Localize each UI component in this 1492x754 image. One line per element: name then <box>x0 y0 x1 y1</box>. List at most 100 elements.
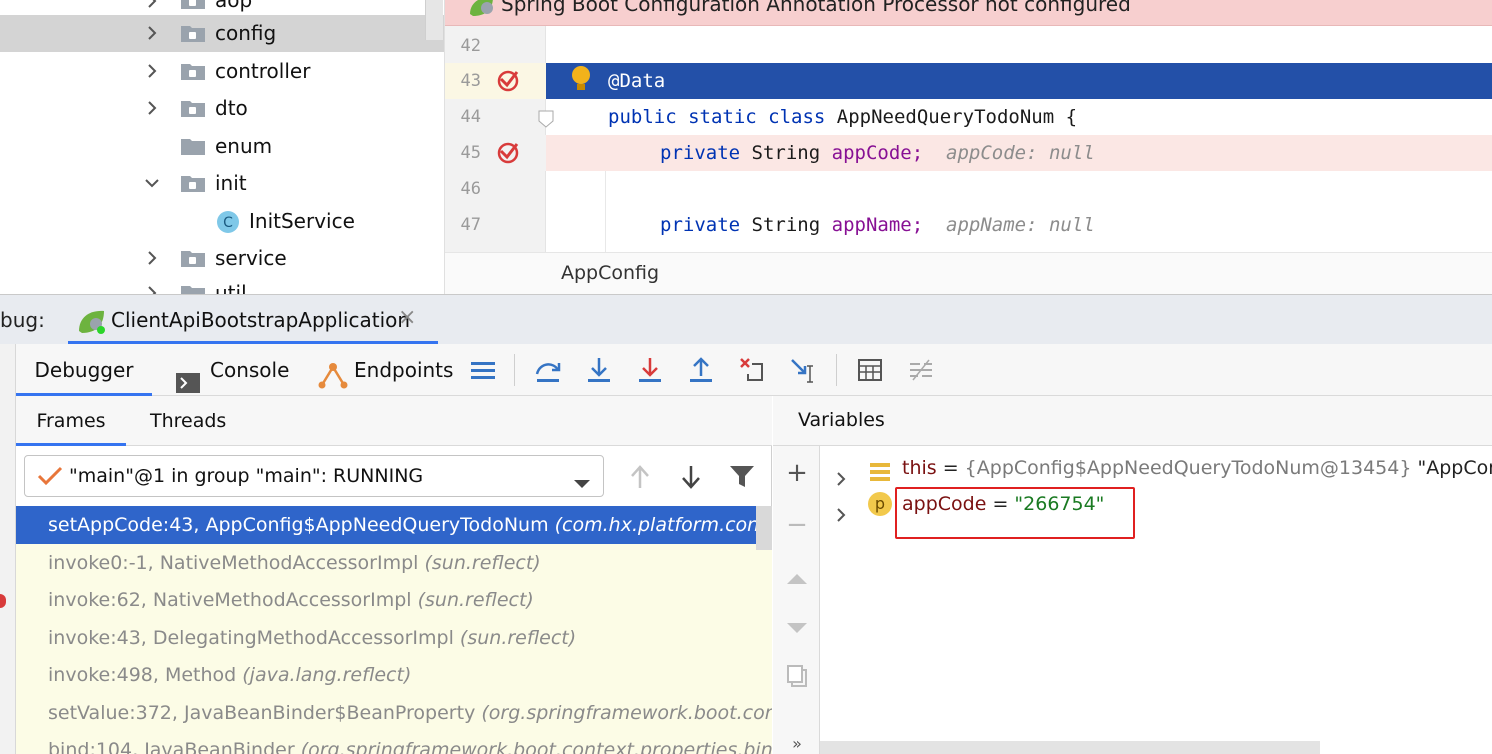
line-number: 46 <box>460 179 481 199</box>
previous-frame-icon[interactable] <box>628 464 652 495</box>
duplicate-watch-icon[interactable] <box>785 664 809 688</box>
tab-label: Frames <box>36 410 106 432</box>
tree-item-initservice[interactable]: C InitService <box>0 203 444 240</box>
tab-debugger[interactable]: Debugger <box>16 344 152 396</box>
code-line-47: 47 private String appName; appName: null <box>445 207 1492 243</box>
trace-stream-icon[interactable] <box>907 356 935 384</box>
breakpoint-icon[interactable] <box>496 141 520 170</box>
tab-console[interactable]: Console <box>176 344 289 396</box>
debug-tool-window-header: bug: ClientApiBootstrapApplication × <box>0 294 1492 345</box>
tree-item-init[interactable]: init <box>0 165 444 202</box>
frame-row[interactable]: setAppCode:43, AppConfig$AppNeedQueryTod… <box>16 506 772 544</box>
chevron-right-icon[interactable] <box>145 101 159 115</box>
code-editor[interactable]: Spring Boot Configuration Annotation Pro… <box>444 0 1492 294</box>
tree-item-dto[interactable]: dto <box>0 90 444 127</box>
code-line-42: 42 <box>445 28 1492 64</box>
breakpoint-icon[interactable] <box>496 69 520 98</box>
project-tree: aop config controller dto enum init C In… <box>0 0 444 294</box>
frame-row[interactable]: invoke0:-1, NativeMethodAccessorImpl (su… <box>16 544 772 582</box>
variable-text: this = {AppConfig$AppNeedQueryTodoNum@13… <box>902 457 1492 479</box>
code-text: private String appName; appName: null <box>660 214 1095 236</box>
tree-item-enum[interactable]: enum <box>0 128 444 165</box>
folder-icon <box>180 23 206 43</box>
chevron-right-icon[interactable] <box>145 251 159 265</box>
chevron-down-icon[interactable] <box>145 176 159 190</box>
chevron-right-icon[interactable] <box>145 26 159 40</box>
line-number: 43 <box>460 71 481 91</box>
code-text: private String appCode; appCode: null <box>660 142 1095 164</box>
frame-row[interactable]: invoke:62, NativeMethodAccessorImpl (sun… <box>16 581 772 619</box>
line-number: 42 <box>460 36 481 56</box>
step-out-icon[interactable] <box>687 356 715 384</box>
debug-title: bug: <box>0 308 45 332</box>
frame-row[interactable]: bind:104, JavaBeanBinder (org.springfram… <box>16 731 772 754</box>
spring-boot-icon <box>467 0 497 23</box>
folder-icon <box>180 173 206 193</box>
variable-row-this[interactable]: this = {AppConfig$AppNeedQueryTodoNum@13… <box>820 449 1492 487</box>
frame-row[interactable]: invoke:43, DelegatingMethodAccessorImpl … <box>16 619 772 657</box>
tab-label: Threads <box>150 410 227 432</box>
variables-header: Variables <box>773 396 1492 446</box>
drop-frame-icon[interactable] <box>738 356 766 384</box>
variables-hscrollbar[interactable] <box>820 741 1320 754</box>
filter-icon[interactable] <box>729 464 755 495</box>
tree-item-label: init <box>215 171 247 195</box>
folder-icon <box>180 0 206 10</box>
next-frame-icon[interactable] <box>679 464 703 495</box>
frame-row[interactable]: invoke:498, Method (java.lang.reflect) <box>16 656 772 694</box>
hamburger-menu-icon[interactable] <box>469 356 497 384</box>
tree-item-controller[interactable]: controller <box>0 53 444 90</box>
tab-label: Endpoints <box>354 358 454 382</box>
chevron-right-icon[interactable] <box>145 64 159 78</box>
tree-item-util[interactable]: util <box>0 275 444 294</box>
tree-item-label: util <box>215 281 247 294</box>
variables-side-toolbar: + − » <box>773 446 820 754</box>
force-step-into-icon[interactable] <box>636 356 664 384</box>
run-config-tab[interactable]: ClientApiBootstrapApplication × <box>68 295 438 345</box>
step-over-icon[interactable] <box>534 356 562 384</box>
run-to-cursor-icon[interactable] <box>789 356 817 384</box>
class-icon: C <box>215 209 241 235</box>
lightbulb-icon[interactable] <box>569 64 593 99</box>
more-actions-icon[interactable]: » <box>785 732 809 754</box>
add-watch-icon[interactable]: + <box>785 460 809 486</box>
code-line-46: 46 <box>445 171 1492 207</box>
variables-title: Variables <box>798 409 885 431</box>
tree-item-config[interactable]: config <box>0 15 444 52</box>
fold-icon[interactable] <box>538 110 554 133</box>
folder-icon <box>180 283 206 294</box>
banner-text: Spring Boot Configuration Annotation Pro… <box>501 0 1131 16</box>
step-into-icon[interactable] <box>585 356 613 384</box>
annotation-highlight-box <box>895 487 1135 539</box>
close-icon[interactable]: × <box>398 305 416 330</box>
chevron-right-icon[interactable] <box>145 286 159 294</box>
tree-scrollbar[interactable] <box>425 0 443 40</box>
tab-frames[interactable]: Frames <box>16 396 126 446</box>
folder-icon <box>180 61 206 81</box>
chevron-right-icon[interactable] <box>834 497 848 535</box>
code-line-45: 45 private String appCode; appCode: null <box>445 135 1492 171</box>
move-down-icon[interactable] <box>785 616 809 640</box>
evaluate-expression-icon[interactable] <box>856 356 884 384</box>
folder-icon <box>180 98 206 118</box>
tree-item-label: service <box>215 246 287 270</box>
tree-item-service[interactable]: service <box>0 240 444 277</box>
remove-watch-icon[interactable]: − <box>785 512 809 538</box>
line-number: 47 <box>460 215 481 235</box>
frame-row[interactable]: setValue:372, JavaBeanBinder$BeanPropert… <box>16 694 772 732</box>
editor-breadcrumb-bar: AppConfig <box>445 252 1492 294</box>
folder-icon <box>180 136 206 156</box>
thread-select[interactable]: "main"@1 in group "main": RUNNING <box>24 455 604 497</box>
checkmark-icon <box>37 466 63 491</box>
breadcrumb-class[interactable]: AppConfig <box>561 262 659 284</box>
code-text: public static class AppNeedQueryTodoNum … <box>608 106 1078 128</box>
move-up-icon[interactable] <box>785 565 809 589</box>
tab-endpoints[interactable]: Endpoints <box>318 344 453 396</box>
tab-threads[interactable]: Threads <box>150 396 226 446</box>
tree-item-label: enum <box>215 134 273 158</box>
frames-tabs: Frames Threads <box>16 396 772 446</box>
frames-list: setAppCode:43, AppConfig$AppNeedQueryTod… <box>16 506 772 754</box>
frames-scrollbar[interactable] <box>756 506 772 550</box>
tree-item-label: InitService <box>249 209 355 233</box>
chevron-right-icon[interactable] <box>145 0 159 8</box>
